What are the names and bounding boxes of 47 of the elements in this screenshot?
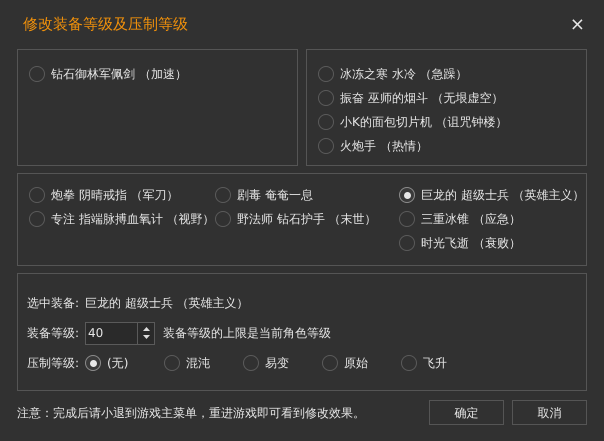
field-label: 选中装备: [27, 295, 80, 312]
field-label: 装备等级: [27, 325, 80, 342]
radio-button[interactable] [318, 114, 334, 130]
cancel-button[interactable]: 取消 [512, 400, 587, 425]
radio-label[interactable]: 钻石御林军佩剑 （加速） [51, 65, 187, 83]
radio-button[interactable] [29, 187, 45, 203]
radio-button[interactable] [318, 90, 334, 106]
down-arrow-icon[interactable] [142, 335, 150, 339]
footer-note: 注意：完成后请小退到游戏主菜单，重进游戏即可看到修改效果。 [17, 404, 366, 422]
up-arrow-icon[interactable] [142, 327, 150, 331]
radio-label[interactable]: 三重冰锥 （应急） [421, 210, 521, 228]
radio-button[interactable] [243, 355, 260, 371]
radio-button[interactable] [399, 235, 415, 251]
selected-equipment: 巨龙的 超级士兵 （英雄主义） [85, 295, 249, 312]
radio-label[interactable]: 炮拳 阴晴戒指 （军刀） [51, 186, 179, 204]
radio-label[interactable]: 小K的面包切片机 （诅咒钟楼） [340, 113, 508, 131]
radio-button[interactable] [29, 66, 45, 82]
radio-button[interactable] [322, 355, 338, 371]
window-title: 修改装备等级及压制等级 [23, 14, 188, 36]
radio-button[interactable] [401, 355, 418, 371]
ok-button[interactable]: 确定 [429, 400, 504, 425]
radio-button[interactable] [399, 187, 415, 203]
radio-label[interactable]: 混沌 [186, 354, 210, 372]
close-button[interactable]: × [570, 16, 585, 34]
radio-label[interactable]: 野法师 钻石护手 （末世） [237, 210, 377, 228]
field-label: 压制等级: [27, 355, 80, 372]
radio-label[interactable]: 剧毒 奄奄一息 [237, 186, 313, 204]
level-hint: 装备等级的上限是当前角色等级 [163, 325, 332, 342]
radio-label[interactable]: 巨龙的 超级士兵 （英雄主义） [421, 186, 585, 204]
radio-label[interactable]: 振奋 巫师的烟斗 （无垠虚空） [340, 89, 504, 107]
radio-button[interactable] [318, 66, 334, 82]
radio-button[interactable] [399, 211, 415, 227]
radio-label[interactable]: 原始 [344, 354, 368, 372]
radio-label[interactable]: 冰冻之寒 水冷 （急躁） [340, 65, 468, 83]
radio-label[interactable]: 专注 指端脉搏血氧计 （视野） [51, 210, 215, 228]
radio-label[interactable]: 飞升 [423, 354, 448, 372]
radio-label[interactable]: 火炮手 （热情） [340, 137, 428, 155]
level-spinbox[interactable]: 40 [85, 322, 156, 344]
radio-button[interactable] [85, 355, 102, 371]
radio-button[interactable] [215, 211, 231, 227]
radio-button[interactable] [215, 187, 231, 203]
radio-label[interactable]: (无) [107, 354, 128, 372]
radio-button[interactable] [318, 138, 334, 154]
radio-button[interactable] [29, 211, 45, 227]
radio-label[interactable]: 时光飞逝 （衰败） [421, 234, 521, 252]
radio-button[interactable] [164, 355, 180, 371]
radio-label[interactable]: 易变 [265, 354, 290, 372]
